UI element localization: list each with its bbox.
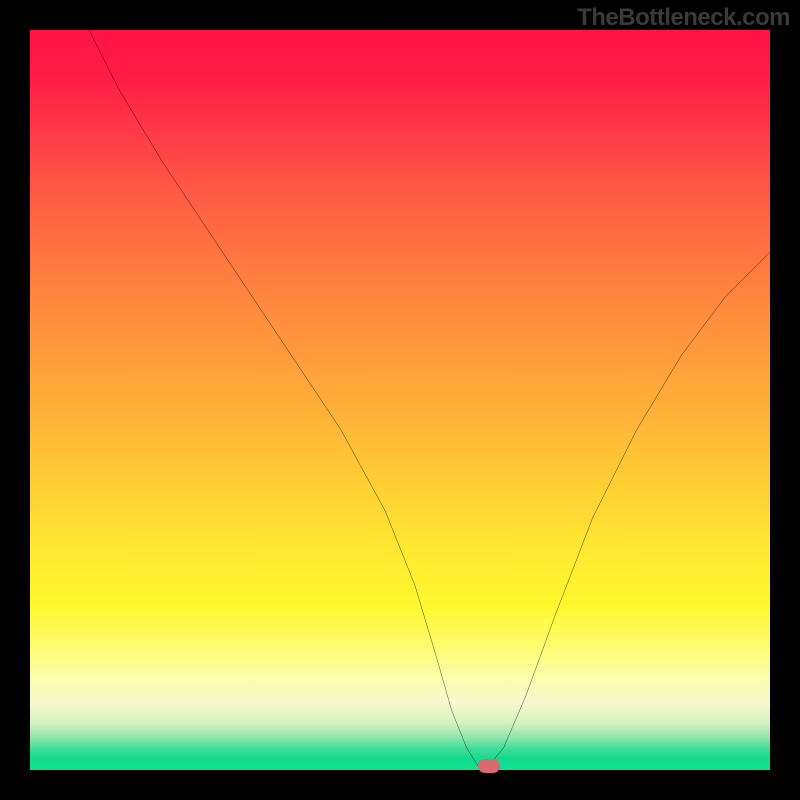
- curve-path: [89, 30, 770, 766]
- optimal-point-marker: [478, 759, 500, 773]
- watermark-text: TheBottleneck.com: [577, 4, 790, 32]
- plot-area: [30, 30, 770, 770]
- bottleneck-curve: [30, 30, 770, 770]
- chart-frame: TheBottleneck.com: [0, 0, 800, 800]
